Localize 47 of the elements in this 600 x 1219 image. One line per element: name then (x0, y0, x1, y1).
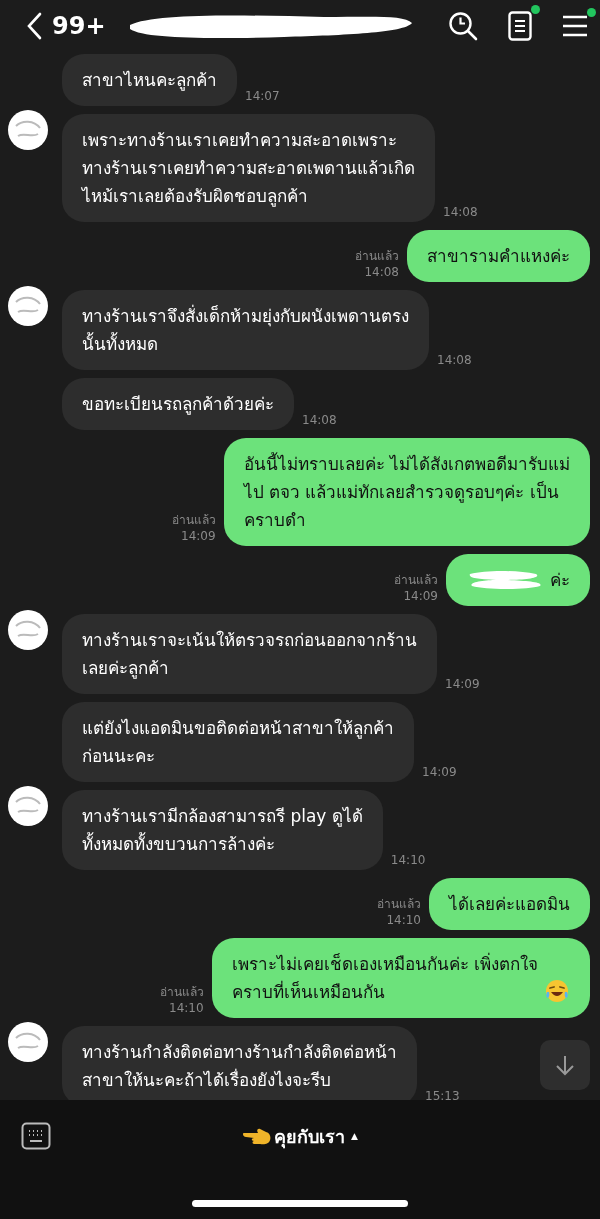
read-receipt: อ่านแล้ว (394, 572, 438, 588)
message-text: อันนี้ไม่ทราบเลยค่ะ ไม่ได้สังเกตพอดีมารับแม่ ไป ตจว แล้วแม่ทักเลยสำรวจดูรอบๆค่ะ เป็น คราบดำ (243, 451, 570, 532)
message-time: 14:09 (445, 676, 480, 692)
avatar[interactable] (6, 784, 50, 828)
message-time: 14:08 (364, 264, 399, 280)
notes-icon[interactable] (508, 11, 532, 41)
message-text: ค่ะ (550, 569, 570, 592)
avatar[interactable] (6, 284, 50, 328)
laughing-face-icon (544, 978, 570, 1004)
pointing-hand-icon (242, 1126, 273, 1146)
message-text: ได้เลยค่ะแอดมิน (449, 893, 570, 916)
message-time: 14:10 (386, 912, 421, 928)
scroll-down-button[interactable] (540, 1040, 590, 1090)
avatar[interactable] (6, 108, 50, 152)
message-text: ทางร้านเรามีกล้องสามารถรี play ดูได้ ทั้งหมดทั้งขบวนการล้างค่ะ (82, 805, 363, 856)
message-text: ทางร้านเราจะเน้นให้ตรวจรถก่อนออกจากร้าน เลยค่ะลูกค้า (82, 629, 417, 681)
read-receipt: อ่านแล้ว (159, 984, 204, 1000)
message-text: สาขารามคำแหงค่ะ (427, 245, 570, 268)
message-time: 14:07 (245, 88, 280, 104)
read-receipt: อ่านแล้ว (355, 248, 399, 264)
message-time: 14:09 (181, 528, 216, 544)
unread-count: 99+ (52, 12, 106, 40)
menu-icon[interactable] (562, 14, 588, 38)
keyboard-icon[interactable] (21, 1122, 51, 1150)
back-icon[interactable] (26, 12, 42, 40)
message-time: 14:08 (437, 352, 472, 368)
message-time: 14:08 (443, 204, 478, 220)
message-text: เพราะไม่เคยเช็ดเองเหมือนกันค่ะ เพิ่งตกใจ คราบที่เห็นเหมือนกัน (231, 951, 538, 1004)
message-time: 14:08 (302, 412, 337, 428)
read-receipt: อ่านแล้ว (377, 896, 421, 912)
message-time: 14:09 (403, 588, 438, 604)
avatar[interactable] (6, 1020, 50, 1064)
message-time: 14:10 (169, 1000, 204, 1016)
message-time: 14:09 (422, 764, 457, 780)
message-text: ขอทะเบียนรถลูกค้าด้วยค่ะ (82, 393, 274, 417)
message-text: ทางร้านเราจึงสั่งเด็กห้ามยุ่งกับผนังเพดานตรง นั้นทั้งหมด (82, 303, 409, 356)
chat-menu-button[interactable]: คุยกับเรา ▲ (242, 1121, 358, 1151)
message-text: แต่ยังไงแอดมินขอติดต่อหน้าสาขาให้ลูกค้า ก่อนนะคะ (82, 717, 394, 768)
message-time: 14:10 (390, 852, 426, 868)
message-text: สาขาไหนคะลูกค้า (82, 69, 217, 93)
message-time: 15:13 (425, 1088, 460, 1100)
message-text: ทางร้านกำลังติดต่อทางร้านกำลังติดต่อหน้า สาขาให้นะคะถ้าได้เรื่องยังไงจะรีบ (82, 1041, 397, 1092)
avatar[interactable] (6, 608, 50, 652)
message-text: เพราะทางร้านเราเคยทำความสะอาดเพราะ ทางร้านเราเคยทำความสะอาดเพดานแล้วเกิด ไหม้เราเลยต้องรับผิดชอบลูกค้า (82, 129, 415, 209)
arrow-down-icon (553, 1053, 577, 1077)
search-icon[interactable] (448, 11, 478, 41)
read-receipt: อ่านแล้ว (171, 512, 216, 528)
